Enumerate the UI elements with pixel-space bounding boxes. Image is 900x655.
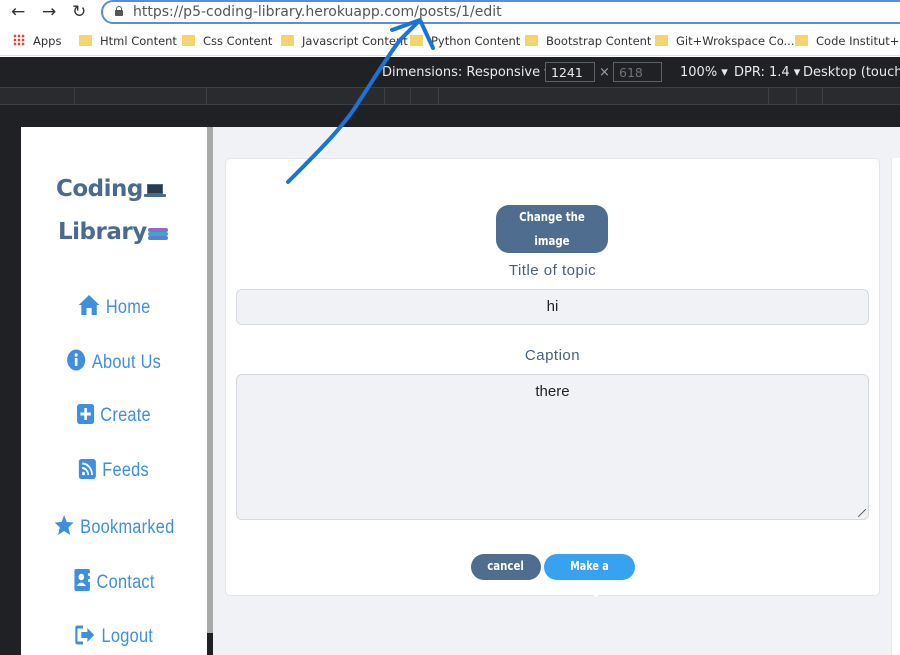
home-icon — [78, 295, 99, 315]
contact-card-icon — [74, 569, 91, 591]
folder-icon — [795, 35, 808, 46]
sidebar-item-feeds[interactable]: Feeds — [34, 459, 194, 482]
resize-handle-icon[interactable] — [858, 509, 866, 517]
viewport-height-input[interactable]: 618 — [613, 62, 662, 82]
lock-icon — [115, 6, 123, 16]
plus-square-icon — [77, 404, 95, 424]
bookmark-javascript-content[interactable]: Javascript Content — [281, 34, 408, 48]
url-field[interactable]: https://p5-coding-library.herokuapp.com/… — [101, 0, 900, 24]
bookmark-css-content[interactable]: Css Content — [182, 34, 272, 48]
bookmarks-bar: Apps Html Content Css Content Javascript… — [0, 28, 900, 56]
media-query-ruler — [0, 87, 900, 106]
bookmark-apps[interactable]: Apps — [13, 34, 61, 48]
sidebar-item-contact[interactable]: Contact — [34, 569, 194, 594]
folder-icon — [525, 35, 538, 46]
caption-label: Caption — [524, 347, 581, 364]
info-circle-icon — [67, 349, 86, 371]
folder-icon — [410, 35, 423, 46]
change-image-button[interactable]: Change the image — [496, 205, 608, 253]
logo-coding[interactable]: Coding — [56, 176, 166, 202]
url-host: https://p5-coding-library.herokuapp.com — [133, 4, 415, 20]
caption-text: there — [535, 383, 570, 400]
laptop-icon — [143, 184, 166, 197]
folder-icon — [79, 35, 92, 46]
sidebar-item-home[interactable]: Home — [34, 294, 194, 319]
folder-icon — [182, 35, 195, 46]
folder-icon — [281, 35, 294, 46]
sidebar-item-create[interactable]: Create — [34, 404, 194, 427]
cancel-button[interactable]: cancel — [471, 554, 541, 580]
caption-textarea[interactable]: there — [236, 374, 869, 520]
make-changes-button[interactable]: Make a changes — [544, 554, 635, 597]
star-icon — [54, 515, 74, 535]
title-label: Title of topic — [508, 262, 597, 279]
viewport-width-input[interactable]: 1241 — [545, 62, 595, 82]
rss-square-icon — [79, 459, 97, 479]
bookmark-code-institut[interactable]: Code Institut+Ext — [795, 34, 900, 48]
title-input[interactable]: hi — [236, 289, 869, 325]
bookmark-python-content[interactable]: Python Content — [410, 34, 520, 48]
forward-arrow-icon[interactable]: → — [42, 2, 56, 22]
address-bar-row: ← → ↻ https://p5-coding-library.herokuap… — [0, 0, 900, 26]
bookmark-html-content[interactable]: Html Content — [79, 34, 177, 48]
times-icon: × — [599, 65, 610, 80]
books-icon — [147, 226, 168, 240]
apps-grid-icon — [13, 34, 25, 46]
folder-icon — [655, 35, 668, 46]
bookmark-git-workspace[interactable]: Git+Wrokspace Co... — [655, 34, 795, 48]
sign-out-icon — [74, 625, 94, 645]
sidebar-item-bookmarked[interactable]: Bookmarked — [34, 514, 194, 539]
back-arrow-icon[interactable]: ← — [11, 2, 25, 22]
dimensions-dropdown[interactable]: Dimensions: Responsive ▾ — [382, 65, 551, 80]
dpr-dropdown[interactable]: DPR: 1.4 ▾ — [734, 65, 800, 80]
sidebar-item-logout[interactable]: Logout — [34, 625, 194, 648]
url-path: /posts/1/edit — [414, 4, 502, 20]
logo-library[interactable]: Library — [58, 219, 168, 245]
bookmark-bootstrap-content[interactable]: Bootstrap Content — [525, 34, 651, 48]
right-panel — [891, 158, 900, 655]
device-type-dropdown[interactable]: Desktop (touch) ▾ — [803, 65, 900, 80]
device-toolbar: Dimensions: Responsive ▾ 1241 × 618 100%… — [0, 57, 900, 87]
sidebar-item-about-us[interactable]: About Us — [34, 349, 194, 374]
zoom-dropdown[interactable]: 100% ▾ — [680, 65, 728, 80]
reload-icon[interactable]: ↻ — [72, 2, 86, 22]
